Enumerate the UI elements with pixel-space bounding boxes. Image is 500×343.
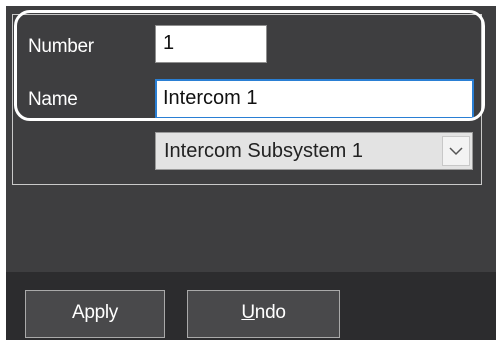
apply-button[interactable]: Apply <box>25 290 165 338</box>
undo-button[interactable]: Undo <box>187 290 340 338</box>
chevron-down-icon <box>449 147 463 156</box>
name-field-value: Intercom 1 <box>163 87 258 109</box>
object-settings-panel: Number 1 Name Intercom 1 Intercom Subsys… <box>0 0 500 343</box>
subsystem-dropdown-button[interactable] <box>442 136 470 166</box>
subsystem-select-value: Intercom Subsystem 1 <box>164 140 363 162</box>
name-label: Name <box>28 89 78 110</box>
number-field[interactable]: 1 <box>155 25 267 63</box>
subsystem-select[interactable]: Intercom Subsystem 1 <box>155 132 473 170</box>
number-label: Number <box>28 36 94 57</box>
name-field[interactable]: Intercom 1 <box>155 79 474 119</box>
top-edge <box>0 0 500 6</box>
apply-button-label: Apply <box>71 302 119 323</box>
number-field-value: 1 <box>163 32 175 54</box>
undo-button-label: ndo <box>254 302 286 323</box>
right-edge <box>496 0 500 343</box>
undo-button-mnemonic: U <box>241 302 255 323</box>
